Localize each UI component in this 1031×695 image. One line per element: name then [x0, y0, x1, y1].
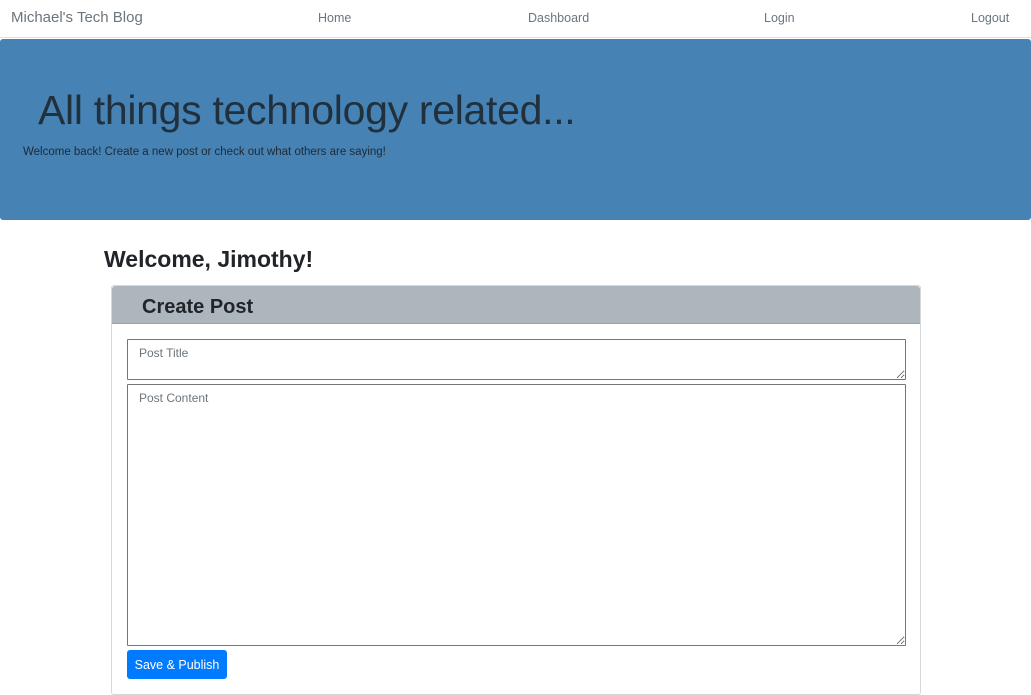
brand-link[interactable]: Michael's Tech Blog: [11, 9, 143, 26]
post-title-input[interactable]: [127, 339, 906, 380]
post-content-input[interactable]: [127, 384, 906, 646]
create-post-header: Create Post: [112, 286, 920, 324]
top-navbar: Michael's Tech Blog Home Dashboard Login…: [0, 0, 1031, 38]
hero-banner: All things technology related... Welcome…: [0, 39, 1031, 220]
hero-title: All things technology related...: [38, 87, 576, 133]
nav-link-dashboard[interactable]: Dashboard: [528, 11, 589, 25]
create-post-card: Create Post Save & Publish: [111, 285, 921, 695]
hero-subtitle: Welcome back! Create a new post or check…: [23, 146, 386, 158]
save-publish-button[interactable]: Save & Publish: [127, 650, 227, 679]
nav-link-home[interactable]: Home: [318, 11, 351, 25]
welcome-heading: Welcome, Jimothy!: [104, 246, 314, 272]
nav-link-login[interactable]: Login: [764, 11, 795, 25]
create-post-title: Create Post: [142, 296, 254, 318]
nav-link-logout[interactable]: Logout: [971, 11, 1009, 25]
